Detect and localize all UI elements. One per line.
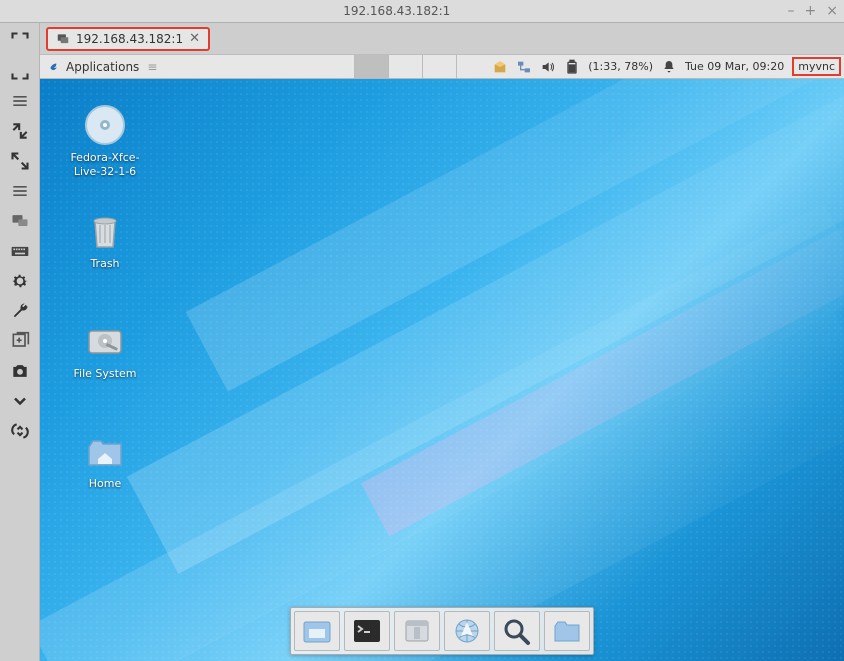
desktop-icon-label: Trash — [90, 257, 119, 271]
scale-window-icon[interactable] — [4, 117, 36, 145]
task-slot[interactable] — [388, 55, 422, 78]
xfce-top-panel: Applications ≡ — [40, 55, 844, 79]
network-icon[interactable] — [516, 59, 532, 75]
wrench-icon[interactable] — [4, 297, 36, 325]
chevron-down-icon[interactable] — [4, 387, 36, 415]
tab-strip: 192.168.43.182:1 ✕ — [40, 23, 844, 55]
search-launcher[interactable] — [494, 611, 540, 651]
browser-launcher[interactable] — [444, 611, 490, 651]
user-menu[interactable]: myvnc — [792, 57, 841, 76]
applications-menu[interactable]: Applications ≡ — [42, 55, 163, 78]
window-controls: – + × — [788, 4, 838, 18]
xfce-logo-icon — [48, 60, 62, 74]
task-slot[interactable] — [456, 55, 490, 78]
desktop-icon-label: File System — [74, 367, 137, 381]
tab-label: 192.168.43.182:1 — [76, 32, 183, 46]
folder-launcher[interactable] — [544, 611, 590, 651]
maximize-button[interactable]: + — [805, 4, 817, 18]
trash-icon[interactable]: Trash — [60, 209, 150, 271]
keyboard-icon[interactable] — [4, 237, 36, 265]
multi-monitor-icon[interactable] — [4, 207, 36, 235]
tab-close-icon[interactable]: ✕ — [189, 31, 200, 46]
file-manager-launcher[interactable] — [294, 611, 340, 651]
body-row: 192.168.43.182:1 ✕ Applications ≡ — [0, 23, 844, 661]
home-icon — [83, 429, 127, 473]
gear-icon[interactable] — [4, 267, 36, 295]
volume-icon[interactable] — [540, 59, 556, 75]
main-area: 192.168.43.182:1 ✕ Applications ≡ — [40, 23, 844, 661]
datetime[interactable]: Tue 09 Mar, 09:20 — [685, 60, 784, 73]
new-connection-icon[interactable] — [4, 327, 36, 355]
xfce-dock — [290, 607, 594, 655]
panel-menu-icon[interactable]: ≡ — [147, 60, 157, 74]
task-slot[interactable] — [354, 55, 388, 78]
connection-tab[interactable]: 192.168.43.182:1 ✕ — [46, 27, 210, 51]
titlebar: 192.168.43.182:1 – + × — [0, 0, 844, 23]
desktop-icon-label: Home — [89, 477, 121, 491]
battery-status: (1:33, 78%) — [588, 60, 653, 73]
hard-drive-icon — [83, 319, 127, 363]
home-folder-icon[interactable]: Home — [60, 429, 150, 491]
scaled-fit-icon[interactable] — [4, 147, 36, 175]
vnc-viewer-window: 192.168.43.182:1 – + × — [0, 0, 844, 661]
desktop-icon-label: Fedora-Xfce-Live-32-1-6 — [60, 151, 150, 179]
archive-launcher[interactable] — [394, 611, 440, 651]
fullscreen-exit-icon[interactable] — [4, 57, 36, 85]
menu-lines2-icon[interactable] — [4, 177, 36, 205]
disc-icon — [83, 103, 127, 147]
close-button[interactable]: × — [826, 4, 838, 18]
xfce-desktop[interactable]: Fedora-Xfce-Live-32-1-6 Trash File Syste… — [40, 79, 844, 661]
task-slot[interactable] — [422, 55, 456, 78]
filesystem-icon[interactable]: File System — [60, 319, 150, 381]
viewer-toolbar — [0, 23, 40, 661]
battery-icon[interactable] — [564, 59, 580, 75]
fedora-live-icon[interactable]: Fedora-Xfce-Live-32-1-6 — [60, 103, 150, 179]
minimize-button[interactable]: – — [788, 4, 795, 18]
vnc-session-icon — [56, 32, 70, 46]
terminal-launcher[interactable] — [344, 611, 390, 651]
fullscreen-enter-icon[interactable] — [4, 27, 36, 55]
disconnect-icon[interactable] — [4, 417, 36, 445]
applications-label: Applications — [66, 60, 139, 74]
camera-icon[interactable] — [4, 357, 36, 385]
trash-can-icon — [83, 209, 127, 253]
taskbar-slots — [354, 55, 490, 78]
panel-tray: (1:33, 78%) Tue 09 Mar, 09:20 myvnc — [490, 55, 844, 78]
notification-bell-icon[interactable] — [661, 59, 677, 75]
package-update-icon[interactable] — [492, 59, 508, 75]
menu-lines-icon[interactable] — [4, 87, 36, 115]
window-title: 192.168.43.182:1 — [6, 4, 788, 18]
